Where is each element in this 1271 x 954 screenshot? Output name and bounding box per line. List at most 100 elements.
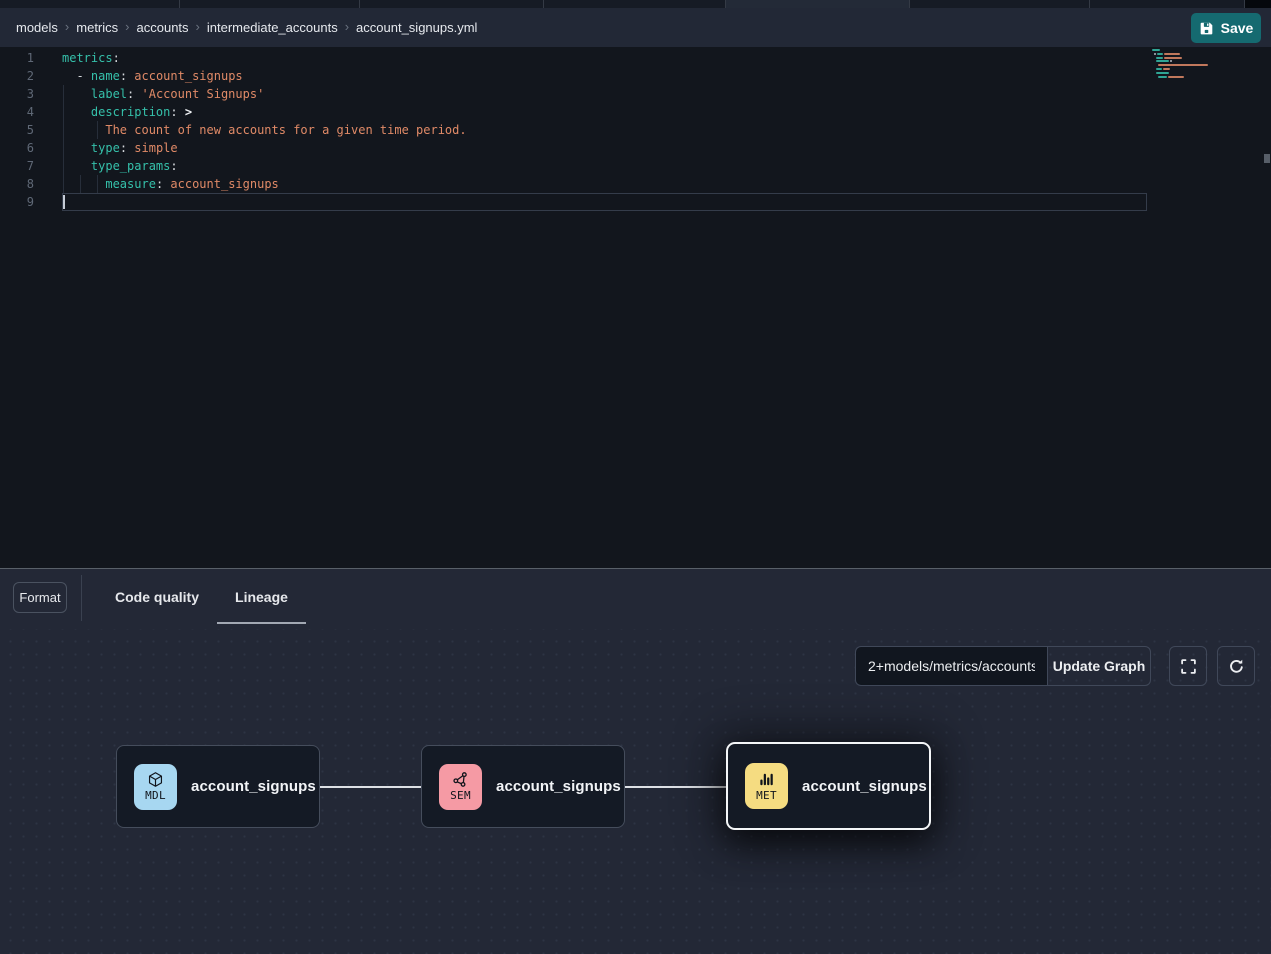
save-button[interactable]: Save: [1191, 13, 1261, 43]
code-line-9[interactable]: [62, 193, 1147, 211]
code-editor[interactable]: 123456789 metrics: - name: account_signu…: [0, 47, 1271, 568]
floppy-disk-icon: [1199, 21, 1214, 36]
minimap-line: [1164, 53, 1180, 55]
editor-tab-5[interactable]: [726, 0, 910, 8]
code-token: [62, 123, 105, 137]
breadcrumb-item-intermediate_accounts[interactable]: intermediate_accounts: [207, 20, 338, 35]
code-line-7[interactable]: type_params:: [62, 157, 1147, 175]
breadcrumb-separator-icon: ›: [196, 19, 200, 34]
breadcrumb-item-metrics[interactable]: metrics: [76, 20, 118, 35]
minimap-line: [1156, 60, 1169, 62]
refresh-button[interactable]: [1217, 646, 1255, 686]
ide-window: models › metrics › accounts › intermediate_acc…: [0, 0, 1271, 954]
minimap-line: [1164, 57, 1182, 59]
tab-code-quality[interactable]: Code quality: [97, 569, 217, 624]
minimap-line: [1168, 76, 1184, 78]
bottom-panel: Format Code qualityLineage Update Graph: [0, 568, 1271, 954]
breadcrumb-item-models[interactable]: models: [16, 20, 58, 35]
tab-lineage[interactable]: Lineage: [217, 569, 306, 624]
code-line-8[interactable]: measure: account_signups: [62, 175, 1147, 193]
code-token: type_params: [91, 159, 170, 173]
cube-icon: [147, 771, 164, 788]
scrollbar-marker: [1264, 154, 1270, 163]
code-token: [62, 87, 91, 101]
line-number-gutter: 123456789: [0, 49, 34, 211]
panel-divider: [81, 575, 82, 621]
node-badge-mdl: MDL: [134, 764, 177, 810]
lineage-node-sem[interactable]: SEM account_signups: [421, 745, 625, 828]
code-token: metrics: [62, 51, 113, 65]
editor-tab-strip: [0, 0, 1271, 8]
code-token: 'Account Signups': [134, 87, 264, 101]
code-token: [62, 141, 91, 155]
node-label: account_signups: [496, 778, 621, 795]
code-token: :: [120, 69, 127, 83]
node-badge-sem: SEM: [439, 764, 482, 810]
code-token: :: [170, 159, 177, 173]
fullscreen-button[interactable]: [1169, 646, 1207, 686]
code-token: measure: [105, 177, 156, 191]
code-line-5[interactable]: The count of new accounts for a given ti…: [62, 121, 1147, 139]
editor-tab-2[interactable]: [180, 0, 360, 8]
fullscreen-icon: [1180, 658, 1197, 675]
code-token: -: [76, 69, 90, 83]
breadcrumb-separator-icon: ›: [125, 19, 129, 34]
minimap-line: [1154, 53, 1156, 55]
editor-tab-1[interactable]: [0, 0, 180, 8]
save-button-label: Save: [1221, 20, 1254, 36]
editor-tab-7[interactable]: [1090, 0, 1245, 8]
breadcrumb-item-account_signups.yml[interactable]: account_signups.yml: [356, 20, 477, 35]
code-line-1[interactable]: metrics:: [62, 49, 1147, 67]
minimap-line: [1158, 64, 1208, 66]
minimap[interactable]: [1152, 49, 1252, 89]
breadcrumb-bar: models › metrics › accounts › intermediate_acc…: [0, 8, 1271, 47]
line-number: 8: [0, 175, 34, 193]
minimap-line: [1157, 53, 1163, 55]
line-number: 3: [0, 85, 34, 103]
line-number: 9: [0, 193, 34, 211]
code-token: >: [178, 105, 192, 119]
breadcrumb-separator-icon: ›: [345, 19, 349, 34]
code-content[interactable]: metrics: - name: account_signups label: …: [62, 49, 1147, 211]
node-type-label: MDL: [145, 789, 166, 802]
code-line-6[interactable]: type: simple: [62, 139, 1147, 157]
indent-guide: [63, 85, 64, 103]
indent-guide: [63, 103, 64, 121]
editor-tab-6[interactable]: [910, 0, 1090, 8]
lineage-edge: [625, 786, 728, 788]
code-line-3[interactable]: label: 'Account Signups': [62, 85, 1147, 103]
code-token: account_signups: [163, 177, 279, 191]
code-token: [62, 69, 76, 83]
format-button[interactable]: Format: [13, 582, 67, 613]
code-token: label: [91, 87, 127, 101]
refresh-icon: [1228, 658, 1245, 675]
share-network-icon: [452, 771, 469, 788]
code-token: [62, 159, 91, 173]
code-token: description: [91, 105, 170, 119]
line-number: 1: [0, 49, 34, 67]
minimap-line: [1158, 76, 1167, 78]
code-token: account_signups: [127, 69, 243, 83]
lineage-selector-input[interactable]: [855, 646, 1047, 686]
text-cursor: [63, 195, 65, 209]
code-line-4[interactable]: description: >: [62, 103, 1147, 121]
lineage-node-mdl[interactable]: MDLaccount_signups: [116, 745, 320, 828]
update-graph-button[interactable]: Update Graph: [1047, 646, 1151, 686]
minimap-line: [1152, 49, 1160, 51]
indent-guide: [97, 175, 98, 193]
line-number: 7: [0, 157, 34, 175]
editor-tab-4[interactable]: [544, 0, 726, 8]
bar-chart-icon: [758, 771, 775, 788]
node-label: account_signups: [802, 778, 927, 795]
editor-tab-3[interactable]: [360, 0, 544, 8]
line-number: 6: [0, 139, 34, 157]
lineage-selector-group: Update Graph: [855, 646, 1151, 686]
line-number: 4: [0, 103, 34, 121]
breadcrumb-item-accounts[interactable]: accounts: [137, 20, 189, 35]
code-line-2[interactable]: - name: account_signups: [62, 67, 1147, 85]
lineage-node-met[interactable]: METaccount_signups: [726, 742, 931, 830]
minimap-line: [1163, 68, 1170, 70]
breadcrumb-separator-icon: ›: [65, 19, 69, 34]
indent-guide: [63, 121, 64, 139]
code-token: [62, 177, 105, 191]
